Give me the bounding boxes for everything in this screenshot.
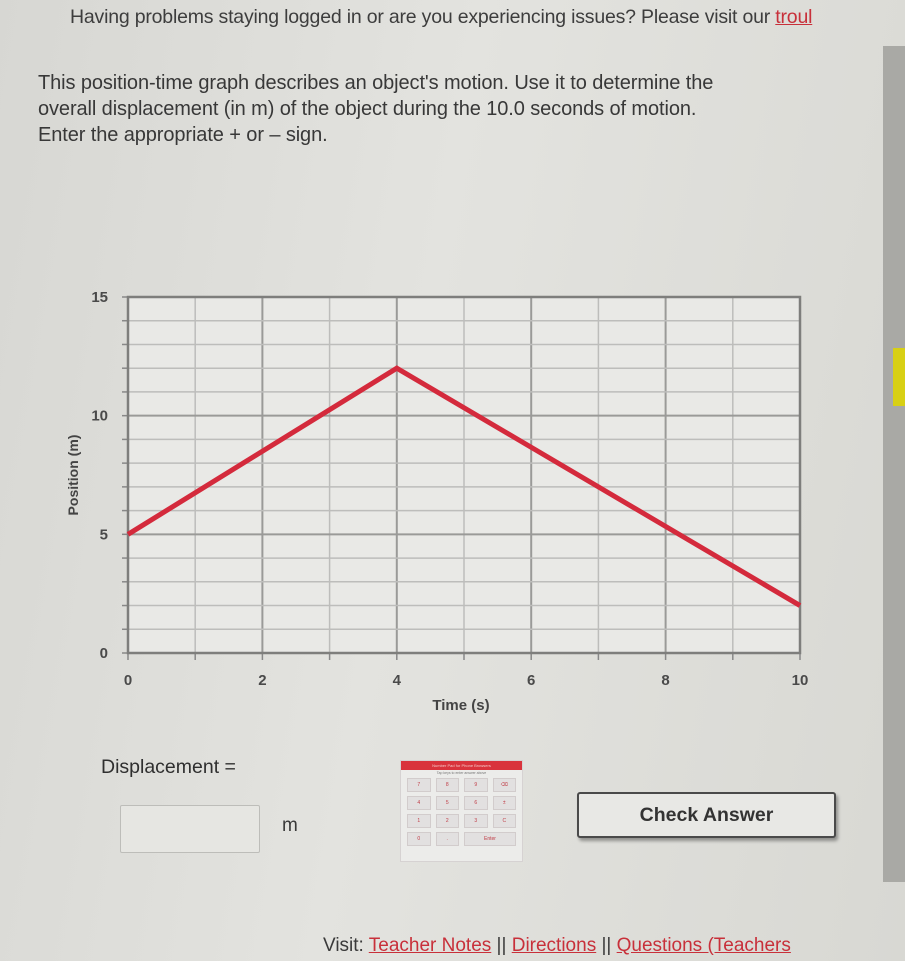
keypad-grid: 7 8 9 ⌫ 4 5 6 ±1 2 3 C 0. Enter	[401, 776, 522, 848]
footer-separator: ||	[596, 935, 617, 956]
keypad-key[interactable]: ⌫	[492, 778, 516, 792]
displacement-input[interactable]	[120, 805, 260, 853]
number-keypad: Number Pad for Phone Browsers Tap keys t…	[400, 760, 523, 862]
keypad-header: Number Pad for Phone Browsers	[401, 761, 522, 770]
x-tick-label: 10	[792, 672, 809, 689]
y-axis-label: Position (m)	[65, 435, 81, 516]
keypad-key[interactable]: C	[492, 814, 516, 828]
x-axis-label: Time (s)	[432, 697, 489, 714]
keypad-key[interactable]: 0	[407, 832, 431, 846]
chart-svg: 0 2 4 6 8 10 0 5 10 15 Time (s) Position (m)	[65, 289, 809, 714]
keypad-key[interactable]: 5	[435, 796, 459, 810]
prompt-line: Enter the appropriate + or – sign.	[38, 124, 328, 146]
keypad-key[interactable]: .	[435, 832, 459, 846]
troubleshooting-link[interactable]: troul	[775, 6, 812, 28]
side-panel	[883, 46, 905, 882]
prompt-line: This position-time graph describes an ob…	[38, 72, 714, 94]
y-tick-label: 15	[91, 289, 108, 306]
x-tick-label: 4	[393, 672, 402, 689]
x-tick-label: 8	[661, 672, 669, 689]
keypad-key[interactable]: 8	[435, 778, 459, 792]
y-tick-label: 5	[100, 526, 108, 543]
y-tick-label: 10	[91, 408, 108, 425]
footer-links: Visit: Teacher Notes || Directions || Qu…	[323, 935, 791, 957]
question-prompt: This position-time graph describes an ob…	[38, 70, 838, 148]
keypad-key[interactable]: 7	[407, 778, 431, 792]
keypad-key[interactable]: 2	[435, 814, 459, 828]
footer-separator: ||	[491, 935, 512, 956]
check-answer-button[interactable]: Check Answer	[577, 792, 836, 838]
teacher-notes-link[interactable]: Teacher Notes	[369, 935, 492, 956]
x-tick-label: 6	[527, 672, 535, 689]
x-tick-label: 2	[258, 672, 266, 689]
keypad-key[interactable]: 3	[464, 814, 488, 828]
notice-text: Having problems staying logged in or are…	[70, 6, 776, 28]
questions-link[interactable]: Questions (Teachers	[617, 935, 791, 956]
keypad-key[interactable]: 1	[407, 814, 431, 828]
keypad-key[interactable]: 9	[464, 778, 488, 792]
login-notice: Having problems staying logged in or are…	[70, 6, 812, 29]
grid	[122, 296, 801, 660]
x-tick-label: 0	[124, 672, 132, 689]
side-panel-tab[interactable]	[893, 348, 905, 406]
keypad-key[interactable]: Enter	[464, 832, 516, 846]
displacement-label: Displacement =	[101, 756, 236, 778]
keypad-key[interactable]: 4	[407, 796, 431, 810]
directions-link[interactable]: Directions	[512, 935, 596, 956]
keypad-key[interactable]: 6	[464, 796, 488, 810]
position-time-chart: 0 2 4 6 8 10 0 5 10 15 Time (s) Position (m)	[0, 280, 850, 720]
y-tick-label: 0	[100, 645, 108, 662]
footer-prefix: Visit:	[323, 935, 369, 956]
unit-label: m	[282, 815, 298, 836]
keypad-key[interactable]: ±	[492, 796, 516, 810]
prompt-line: overall displacement (in m) of the objec…	[38, 98, 697, 120]
